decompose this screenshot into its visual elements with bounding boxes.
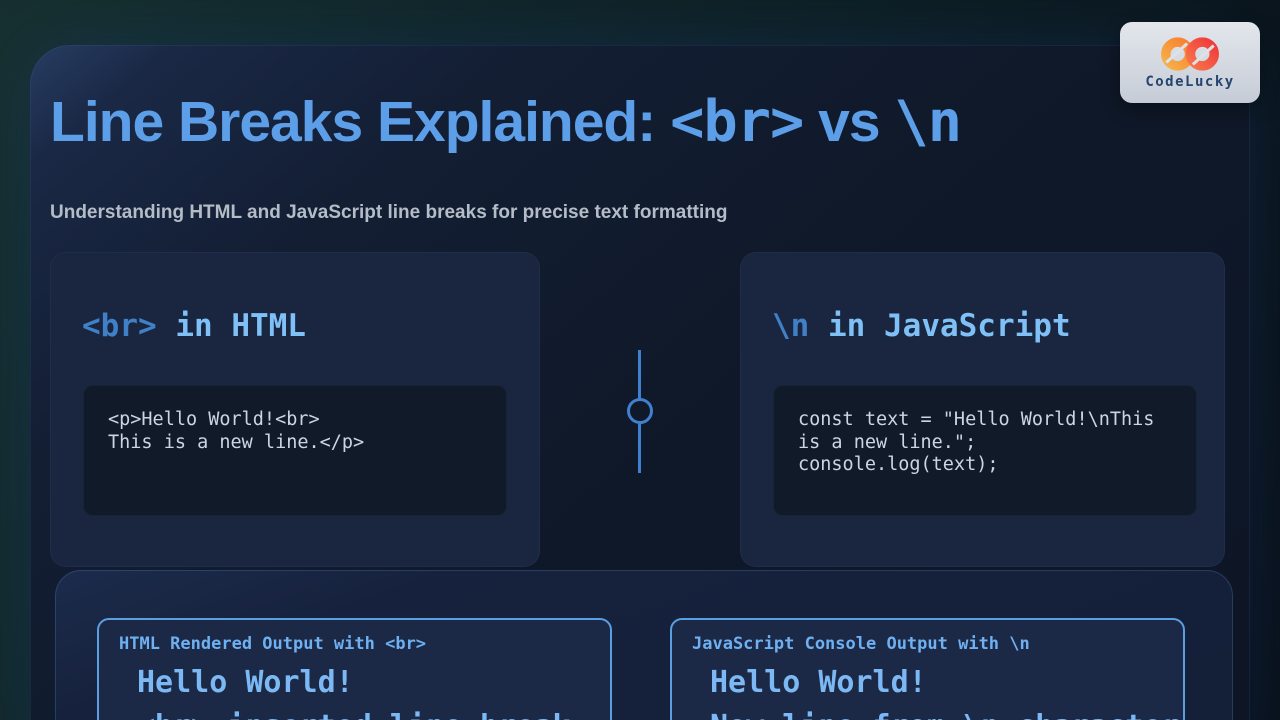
code-text-javascript: const text = "Hello World!\nThis is a ne… [773,385,1197,501]
card-newline-in-javascript: \n in JavaScript const text = "Hello Wor… [740,252,1225,567]
title-text-part1: Line Breaks Explained: [50,90,670,154]
results-panel: HTML Rendered Output with <br> Hello Wor… [55,570,1233,720]
divider-circle-icon [627,398,653,424]
card-title-keyword: <br> [82,308,157,344]
card-title-keyword: \n [772,308,809,344]
page-subtitle: Understanding HTML and JavaScript line b… [50,202,727,224]
output-box-html-rendered: HTML Rendered Output with <br> Hello Wor… [97,618,612,720]
infinity-logo-icon [1155,35,1225,73]
code-block-javascript: const text = "Hello World!\nThis is a ne… [773,385,1197,516]
logo-badge: CodeLucky [1120,22,1260,103]
page-background: { "brand": { "name": "CodeLucky" }, "hea… [0,0,1280,720]
output-label-js: JavaScript Console Output with \n [692,634,1183,654]
card-title-br-in-html: <br> in HTML [82,308,306,344]
output-line: Hello World! [710,661,1183,705]
output-line: <br> inserted line break [137,705,610,720]
card-title-rest: in JavaScript [828,308,1071,344]
title-text-part2: vs [803,90,894,154]
card-br-in-html: <br> in HTML <p>Hello World!<br> This is… [50,252,540,567]
slide-container: Line Breaks Explained: <br> vs \n Unders… [30,45,1250,720]
page-title: Line Breaks Explained: <br> vs \n [50,89,961,155]
title-code-newline: \n [894,89,961,155]
output-line: Hello World! [137,661,610,705]
brand-name: CodeLucky [1145,74,1234,90]
divider-line-bottom [638,424,641,473]
divider-line-top [638,350,641,399]
code-text-html: <p>Hello World!<br> This is a new line.<… [83,385,507,478]
card-title-newline-in-javascript: \n in JavaScript [772,308,1071,344]
output-line: New line from \n character. [710,705,1183,720]
title-code-br: <br> [670,89,803,155]
output-label-html: HTML Rendered Output with <br> [119,634,610,654]
output-box-js-console: JavaScript Console Output with \n Hello … [670,618,1185,720]
card-title-rest: in HTML [175,308,306,344]
code-block-html: <p>Hello World!<br> This is a new line.<… [83,385,507,516]
